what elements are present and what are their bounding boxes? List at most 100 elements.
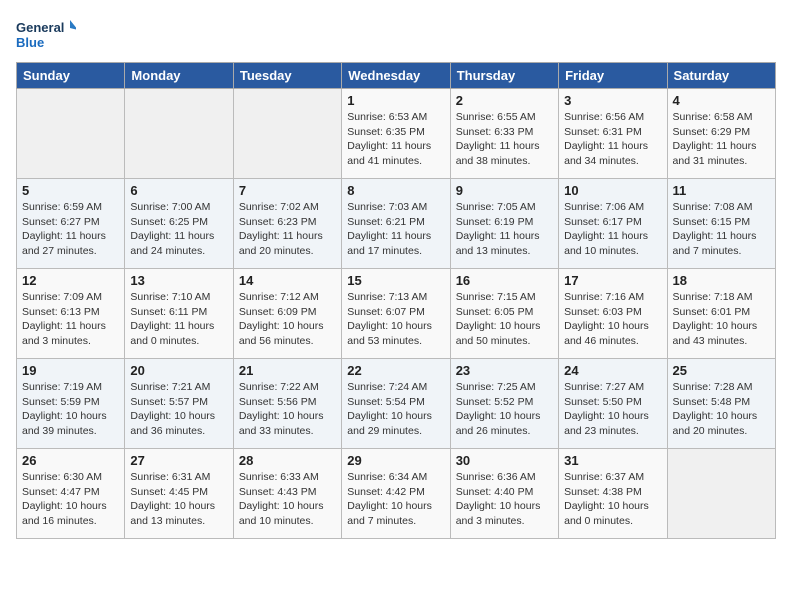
day-number: 7 <box>239 183 336 198</box>
calendar-cell: 8 Sunrise: 7:03 AM Sunset: 6:21 PM Daylig… <box>342 179 450 269</box>
calendar-cell: 28Sunrise: 6:33 AM Sunset: 4:43 PM Dayli… <box>233 449 341 539</box>
day-number: 21 <box>239 363 336 378</box>
calendar-cell: 20Sunrise: 7:21 AM Sunset: 5:57 PM Dayli… <box>125 359 233 449</box>
calendar-cell: 12 Sunrise: 7:09 AM Sunset: 6:13 PM Dayli… <box>17 269 125 359</box>
calendar-cell: 5 Sunrise: 6:59 AM Sunset: 6:27 PM Daylig… <box>17 179 125 269</box>
day-info: Sunrise: 6:37 AM Sunset: 4:38 PM Dayligh… <box>564 470 661 529</box>
svg-text:Blue: Blue <box>16 35 44 50</box>
day-info: Sunrise: 7:06 AM Sunset: 6:17 PM Dayligh… <box>564 200 661 259</box>
day-number: 5 <box>22 183 119 198</box>
calendar-cell <box>667 449 775 539</box>
calendar-cell: 1 Sunrise: 6:53 AM Sunset: 6:35 PM Daylig… <box>342 89 450 179</box>
calendar-header-row: SundayMondayTuesdayWednesdayThursdayFrid… <box>17 63 776 89</box>
day-info: Sunrise: 7:24 AM Sunset: 5:54 PM Dayligh… <box>347 380 444 439</box>
calendar-week-row: 1 Sunrise: 6:53 AM Sunset: 6:35 PM Daylig… <box>17 89 776 179</box>
day-number: 12 <box>22 273 119 288</box>
day-number: 3 <box>564 93 661 108</box>
day-number: 10 <box>564 183 661 198</box>
day-number: 27 <box>130 453 227 468</box>
day-number: 15 <box>347 273 444 288</box>
day-info: Sunrise: 7:25 AM Sunset: 5:52 PM Dayligh… <box>456 380 553 439</box>
calendar-cell: 9 Sunrise: 7:05 AM Sunset: 6:19 PM Daylig… <box>450 179 558 269</box>
day-info: Sunrise: 7:00 AM Sunset: 6:25 PM Dayligh… <box>130 200 227 259</box>
day-info: Sunrise: 7:15 AM Sunset: 6:05 PM Dayligh… <box>456 290 553 349</box>
day-info: Sunrise: 6:31 AM Sunset: 4:45 PM Dayligh… <box>130 470 227 529</box>
calendar-table: SundayMondayTuesdayWednesdayThursdayFrid… <box>16 62 776 539</box>
day-number: 29 <box>347 453 444 468</box>
day-number: 26 <box>22 453 119 468</box>
calendar-week-row: 26 Sunrise: 6:30 AM Sunset: 4:47 PM Dayli… <box>17 449 776 539</box>
logo-svg: General Blue <box>16 16 76 54</box>
day-of-week-header: Sunday <box>17 63 125 89</box>
day-number: 20 <box>130 363 227 378</box>
calendar-cell: 31 Sunrise: 6:37 AM Sunset: 4:38 PM Dayli… <box>559 449 667 539</box>
calendar-week-row: 12 Sunrise: 7:09 AM Sunset: 6:13 PM Dayli… <box>17 269 776 359</box>
calendar-cell: 14Sunrise: 7:12 AM Sunset: 6:09 PM Dayli… <box>233 269 341 359</box>
day-of-week-header: Monday <box>125 63 233 89</box>
day-info: Sunrise: 7:28 AM Sunset: 5:48 PM Dayligh… <box>673 380 770 439</box>
day-number: 11 <box>673 183 770 198</box>
day-number: 6 <box>130 183 227 198</box>
day-number: 8 <box>347 183 444 198</box>
calendar-cell: 2 Sunrise: 6:55 AM Sunset: 6:33 PM Daylig… <box>450 89 558 179</box>
calendar-cell: 29 Sunrise: 6:34 AM Sunset: 4:42 PM Dayli… <box>342 449 450 539</box>
day-info: Sunrise: 6:59 AM Sunset: 6:27 PM Dayligh… <box>22 200 119 259</box>
calendar-cell: 16 Sunrise: 7:15 AM Sunset: 6:05 PM Dayli… <box>450 269 558 359</box>
day-number: 1 <box>347 93 444 108</box>
calendar-cell: 15 Sunrise: 7:13 AM Sunset: 6:07 PM Dayli… <box>342 269 450 359</box>
day-number: 23 <box>456 363 553 378</box>
day-info: Sunrise: 7:09 AM Sunset: 6:13 PM Dayligh… <box>22 290 119 349</box>
calendar-cell: 24 Sunrise: 7:27 AM Sunset: 5:50 PM Dayli… <box>559 359 667 449</box>
day-number: 30 <box>456 453 553 468</box>
day-info: Sunrise: 7:22 AM Sunset: 5:56 PM Dayligh… <box>239 380 336 439</box>
page-header: General Blue <box>16 16 776 54</box>
day-info: Sunrise: 7:02 AM Sunset: 6:23 PM Dayligh… <box>239 200 336 259</box>
day-info: Sunrise: 6:34 AM Sunset: 4:42 PM Dayligh… <box>347 470 444 529</box>
day-number: 24 <box>564 363 661 378</box>
day-info: Sunrise: 7:10 AM Sunset: 6:11 PM Dayligh… <box>130 290 227 349</box>
day-info: Sunrise: 7:13 AM Sunset: 6:07 PM Dayligh… <box>347 290 444 349</box>
day-number: 14 <box>239 273 336 288</box>
day-number: 18 <box>673 273 770 288</box>
day-of-week-header: Friday <box>559 63 667 89</box>
day-number: 16 <box>456 273 553 288</box>
day-number: 9 <box>456 183 553 198</box>
calendar-week-row: 5 Sunrise: 6:59 AM Sunset: 6:27 PM Daylig… <box>17 179 776 269</box>
calendar-cell: 17Sunrise: 7:16 AM Sunset: 6:03 PM Dayli… <box>559 269 667 359</box>
day-info: Sunrise: 7:18 AM Sunset: 6:01 PM Dayligh… <box>673 290 770 349</box>
day-of-week-header: Thursday <box>450 63 558 89</box>
calendar-cell <box>17 89 125 179</box>
day-info: Sunrise: 7:27 AM Sunset: 5:50 PM Dayligh… <box>564 380 661 439</box>
logo: General Blue <box>16 16 76 54</box>
day-of-week-header: Wednesday <box>342 63 450 89</box>
day-info: Sunrise: 6:53 AM Sunset: 6:35 PM Dayligh… <box>347 110 444 169</box>
calendar-cell: 21 Sunrise: 7:22 AM Sunset: 5:56 PM Dayli… <box>233 359 341 449</box>
calendar-cell: 6 Sunrise: 7:00 AM Sunset: 6:25 PM Daylig… <box>125 179 233 269</box>
day-number: 25 <box>673 363 770 378</box>
day-info: Sunrise: 6:30 AM Sunset: 4:47 PM Dayligh… <box>22 470 119 529</box>
day-number: 22 <box>347 363 444 378</box>
calendar-cell: 25 Sunrise: 7:28 AM Sunset: 5:48 PM Dayli… <box>667 359 775 449</box>
svg-text:General: General <box>16 20 64 35</box>
calendar-cell: 3 Sunrise: 6:56 AM Sunset: 6:31 PM Daylig… <box>559 89 667 179</box>
calendar-cell: 13Sunrise: 7:10 AM Sunset: 6:11 PM Dayli… <box>125 269 233 359</box>
day-info: Sunrise: 7:03 AM Sunset: 6:21 PM Dayligh… <box>347 200 444 259</box>
day-number: 31 <box>564 453 661 468</box>
day-of-week-header: Saturday <box>667 63 775 89</box>
day-of-week-header: Tuesday <box>233 63 341 89</box>
calendar-cell: 22 Sunrise: 7:24 AM Sunset: 5:54 PM Dayli… <box>342 359 450 449</box>
day-info: Sunrise: 6:58 AM Sunset: 6:29 PM Dayligh… <box>673 110 770 169</box>
day-info: Sunrise: 6:56 AM Sunset: 6:31 PM Dayligh… <box>564 110 661 169</box>
day-number: 4 <box>673 93 770 108</box>
calendar-cell: 7 Sunrise: 7:02 AM Sunset: 6:23 PM Daylig… <box>233 179 341 269</box>
calendar-cell: 4 Sunrise: 6:58 AM Sunset: 6:29 PM Daylig… <box>667 89 775 179</box>
calendar-cell: 26 Sunrise: 6:30 AM Sunset: 4:47 PM Dayli… <box>17 449 125 539</box>
day-info: Sunrise: 7:05 AM Sunset: 6:19 PM Dayligh… <box>456 200 553 259</box>
day-info: Sunrise: 7:16 AM Sunset: 6:03 PM Dayligh… <box>564 290 661 349</box>
day-number: 19 <box>22 363 119 378</box>
day-number: 28 <box>239 453 336 468</box>
day-info: Sunrise: 6:36 AM Sunset: 4:40 PM Dayligh… <box>456 470 553 529</box>
day-number: 2 <box>456 93 553 108</box>
day-info: Sunrise: 6:55 AM Sunset: 6:33 PM Dayligh… <box>456 110 553 169</box>
calendar-cell: 30 Sunrise: 6:36 AM Sunset: 4:40 PM Dayli… <box>450 449 558 539</box>
